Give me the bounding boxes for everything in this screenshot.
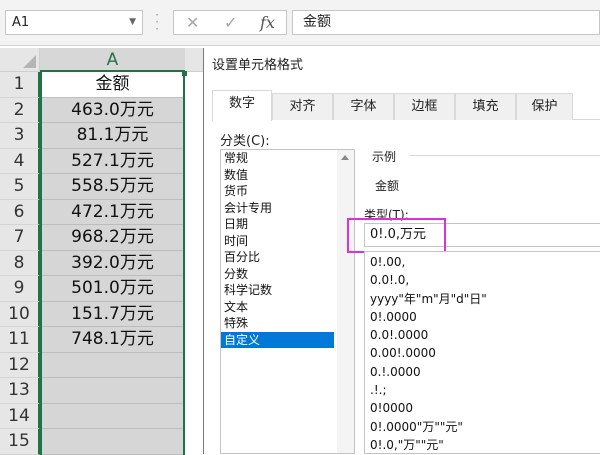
table-cell[interactable]: 748.1万元 [42, 327, 183, 353]
row-header[interactable]: 6 [0, 199, 40, 225]
tab-1[interactable]: 对齐 [272, 93, 333, 120]
format-code-item[interactable]: 0.!.0000 [365, 363, 600, 381]
table-cell[interactable]: 463.0万元 [42, 98, 183, 123]
example-value: 金额 [375, 179, 400, 193]
fill-handle[interactable] [182, 71, 187, 76]
category-item[interactable]: 货币 [221, 183, 354, 200]
row-header[interactable]: 11 [0, 327, 40, 353]
table-cell[interactable] [42, 353, 183, 378]
name-box-value: A1 [12, 15, 30, 30]
category-item[interactable]: 日期 [221, 216, 354, 233]
row-header[interactable]: 3 [0, 123, 40, 149]
formula-bar: A1 ▼ · · · ✕ ✓ fx 金额 [0, 0, 600, 46]
format-cells-dialog: 设置单元格格式 数字 对齐 字体 边框 填充 保护 分类(C): 常规 数值 货币 会计专用 日期… [203, 48, 600, 454]
category-item[interactable]: 分数 [221, 266, 354, 283]
category-item[interactable]: 数值 [221, 167, 354, 184]
category-item[interactable]: 时间 [221, 233, 354, 250]
highlight-box [347, 218, 446, 253]
table-cell[interactable]: 81.1万元 [42, 123, 183, 149]
row-header[interactable]: 1 [0, 72, 40, 98]
table-cell[interactable] [42, 378, 183, 404]
enter-icon[interactable]: ✓ [224, 13, 237, 32]
header-cell[interactable]: 金额 [42, 72, 183, 98]
category-list[interactable]: 常规 数值 货币 会计专用 日期 时间 百分比 分数 科学记数 文本 特殊 自定义 [220, 149, 355, 454]
category-item[interactable]: 文本 [221, 299, 354, 316]
chevron-down-icon[interactable]: ▼ [129, 11, 136, 34]
example-label: 示例 [372, 150, 397, 164]
table-cell[interactable]: 392.0万元 [42, 251, 183, 276]
row-header[interactable]: 12 [0, 352, 40, 378]
category-item[interactable]: 科学记数 [221, 282, 354, 299]
tab-0[interactable]: 数字 [212, 90, 272, 121]
table-cell[interactable]: 527.1万元 [42, 149, 183, 174]
column-a-cells: 金额 463.0万元 81.1万元 527.1万元 558.5万元 472.1万元 968.… [40, 72, 185, 455]
row-headers: 1 2 3 4 5 6 7 8 9 10 11 12 13 14 15 [0, 72, 40, 455]
table-cell[interactable]: 501.0万元 [42, 276, 183, 302]
name-box[interactable]: A1 ▼ [5, 10, 143, 35]
format-code-item[interactable]: .!.; [365, 381, 600, 399]
column-header-a[interactable]: A [40, 48, 185, 72]
table-cell[interactable] [42, 429, 183, 455]
table-cell[interactable]: 151.7万元 [42, 302, 183, 327]
format-code-item[interactable]: yyyy"年"m"月"d"日" [365, 290, 600, 308]
category-item[interactable]: 自定义 [221, 331, 334, 348]
tab-4[interactable]: 填充 [455, 93, 516, 120]
formula-input[interactable]: 金额 [292, 10, 600, 35]
row-header[interactable]: 2 [0, 97, 40, 123]
row-header[interactable]: 7 [0, 225, 40, 251]
table-cell[interactable]: 968.2万元 [42, 225, 183, 251]
format-code-item[interactable]: 0.00!.0000 [365, 344, 600, 362]
category-scrollbar[interactable] [337, 150, 354, 453]
row-header[interactable]: 10 [0, 301, 40, 327]
category-item[interactable]: 百分比 [221, 249, 354, 266]
format-code-item[interactable]: 0.0!.0, [365, 271, 600, 289]
row-header[interactable]: 5 [0, 174, 40, 200]
insert-function-icon[interactable]: fx [260, 13, 275, 32]
formula-buttons: ✕ ✓ fx [173, 10, 287, 35]
category-item[interactable]: 会计专用 [221, 200, 354, 217]
row-header[interactable]: 9 [0, 276, 40, 302]
tab-5[interactable]: 保护 [516, 93, 573, 120]
format-code-item[interactable]: 0.0!.0000 [365, 326, 600, 344]
category-item[interactable]: 常规 [221, 150, 354, 167]
table-cell[interactable]: 472.1万元 [42, 200, 183, 225]
format-code-item[interactable]: 0!.0000"万""元" [365, 418, 600, 436]
cancel-icon[interactable]: ✕ [186, 13, 199, 32]
format-code-item[interactable]: 0!.00, [365, 253, 600, 271]
row-header[interactable]: 13 [0, 378, 40, 404]
row-header[interactable]: 4 [0, 148, 40, 174]
more-icon[interactable]: · · · [152, 9, 162, 35]
row-header[interactable]: 8 [0, 250, 40, 276]
format-code-item[interactable]: 0!.0,"万""元" [365, 436, 600, 454]
select-all-corner[interactable] [0, 48, 40, 72]
example-divider [409, 155, 600, 156]
dialog-title: 设置单元格格式 [204, 48, 600, 81]
column-header-b[interactable] [185, 48, 205, 72]
format-code-item[interactable]: 0!.0000 [365, 308, 600, 326]
table-cell[interactable] [42, 404, 183, 429]
category-item[interactable]: 特殊 [221, 315, 354, 332]
category-label: 分类(C): [220, 134, 270, 149]
row-header[interactable]: 15 [0, 429, 40, 455]
tab-2[interactable]: 字体 [333, 93, 394, 120]
scroll-up-icon[interactable] [341, 155, 349, 160]
format-code-list[interactable]: 0!.00, 0.0!.0, yyyy"年"m"月"d"日" 0!.0000 0.0!.… [364, 251, 600, 454]
tab-3[interactable]: 边框 [394, 93, 455, 120]
table-cell[interactable]: 558.5万元 [42, 174, 183, 200]
dialog-tabs: 数字 对齐 字体 边框 填充 保护 [212, 90, 600, 121]
format-code-item[interactable]: 0!0000 [365, 399, 600, 417]
row-header[interactable]: 14 [0, 403, 40, 429]
